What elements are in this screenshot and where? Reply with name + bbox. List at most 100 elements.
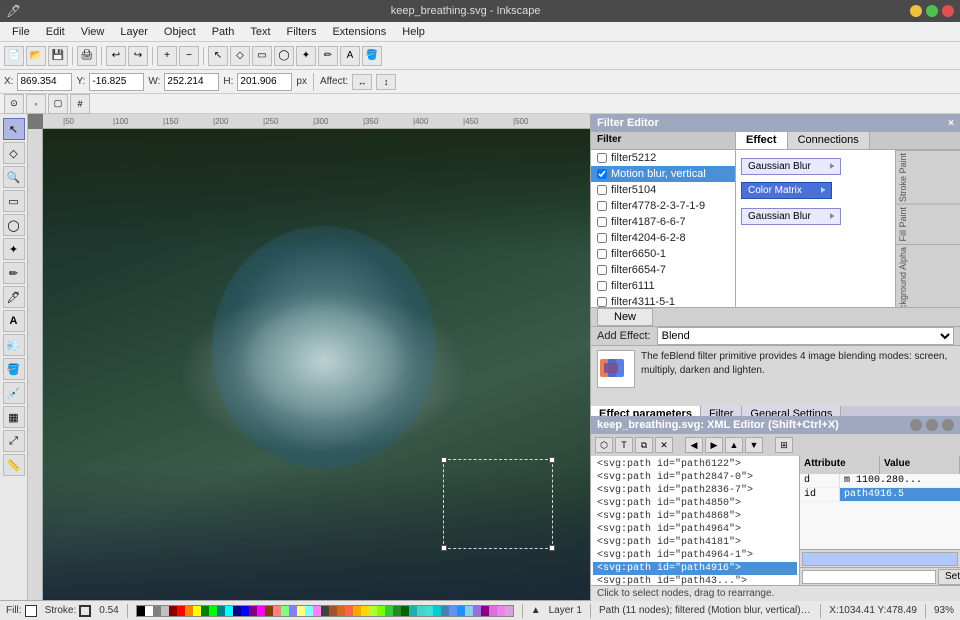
xml-tree-item-9[interactable]: <svg:path id="path43..."> bbox=[593, 575, 797, 585]
color-swatch[interactable] bbox=[233, 606, 241, 616]
xml-attr-row-0[interactable]: dm 1100.280... bbox=[800, 474, 960, 488]
menu-text[interactable]: Text bbox=[242, 24, 278, 40]
xml-unindent-btn[interactable]: ⊞ bbox=[775, 437, 793, 453]
color-swatch[interactable] bbox=[361, 606, 369, 616]
save-button[interactable]: 💾 bbox=[48, 46, 68, 66]
xml-tree-item-8[interactable]: <svg:path id="path4916"> bbox=[593, 562, 797, 575]
xml-attr-name-input[interactable] bbox=[802, 552, 958, 566]
filter-item-motion_blur_vertical[interactable]: Motion blur, vertical bbox=[591, 166, 735, 182]
circle-tool-btn[interactable]: ◯ bbox=[3, 214, 25, 236]
select-tool[interactable]: ↖ bbox=[208, 46, 228, 66]
pencil-tool-btn[interactable]: ✏ bbox=[3, 262, 25, 284]
xml-new-text-btn[interactable]: T bbox=[615, 437, 633, 453]
snap-bbox[interactable]: ▢ bbox=[48, 94, 68, 114]
color-swatch[interactable] bbox=[177, 606, 185, 616]
xml-tree-item-1[interactable]: <svg:path id="path2847-0"> bbox=[593, 471, 797, 484]
color-swatch[interactable] bbox=[241, 606, 249, 616]
h-input[interactable] bbox=[237, 73, 292, 91]
open-button[interactable]: 📂 bbox=[26, 46, 46, 66]
selection-handle[interactable] bbox=[443, 459, 553, 549]
rect-tool[interactable]: ▭ bbox=[252, 46, 272, 66]
color-swatch[interactable] bbox=[145, 606, 153, 616]
add-effect-select[interactable]: Blend ColorMatrix ComponentTransfer Comp… bbox=[657, 327, 954, 345]
affect-btn-1[interactable]: ↔ bbox=[352, 74, 372, 90]
minimize-button[interactable] bbox=[910, 5, 922, 17]
color-swatch[interactable] bbox=[273, 606, 281, 616]
color-swatch[interactable] bbox=[297, 606, 305, 616]
filter-checkbox-filter4204[interactable] bbox=[597, 233, 607, 243]
connect-tool-btn[interactable]: ⤢ bbox=[3, 430, 25, 452]
selector-tool-btn[interactable]: ↖ bbox=[3, 118, 25, 140]
color-swatch[interactable] bbox=[337, 606, 345, 616]
color-swatch[interactable] bbox=[393, 606, 401, 616]
color-swatch[interactable] bbox=[409, 606, 417, 616]
color-swatch[interactable] bbox=[201, 606, 209, 616]
w-input[interactable] bbox=[164, 73, 219, 91]
canvas-content[interactable] bbox=[43, 129, 590, 600]
print-button[interactable]: 🖨 bbox=[77, 46, 97, 66]
undo-button[interactable]: ↩ bbox=[106, 46, 126, 66]
filter-checkbox-motion_blur_vertical[interactable] bbox=[597, 169, 607, 179]
filter-checkbox-filter6654[interactable] bbox=[597, 265, 607, 275]
star-tool[interactable]: ✦ bbox=[296, 46, 316, 66]
color-swatch[interactable] bbox=[249, 606, 257, 616]
xml-next-btn[interactable]: ▶ bbox=[705, 437, 723, 453]
filter-checkbox-filter4187[interactable] bbox=[597, 217, 607, 227]
menu-file[interactable]: File bbox=[4, 24, 38, 40]
menu-edit[interactable]: Edit bbox=[38, 24, 73, 40]
color-palette[interactable] bbox=[136, 605, 514, 617]
color-swatch[interactable] bbox=[433, 606, 441, 616]
new-filter-button[interactable]: New bbox=[597, 308, 653, 326]
node-tool[interactable]: ◇ bbox=[230, 46, 250, 66]
color-swatch[interactable] bbox=[185, 606, 193, 616]
eyedropper-btn[interactable]: 💉 bbox=[3, 382, 25, 404]
menu-filters[interactable]: Filters bbox=[279, 24, 325, 40]
color-swatch[interactable] bbox=[481, 606, 489, 616]
color-swatch[interactable] bbox=[377, 606, 385, 616]
color-swatch[interactable] bbox=[217, 606, 225, 616]
filter-item-filter6650[interactable]: filter6650-1 bbox=[591, 246, 735, 262]
text-tool-btn[interactable]: A bbox=[3, 310, 25, 332]
xml-tree-item-7[interactable]: <svg:path id="path4964-1"> bbox=[593, 549, 797, 562]
color-swatch[interactable] bbox=[457, 606, 465, 616]
fill-color-box[interactable] bbox=[25, 605, 37, 617]
xml-tree[interactable]: <svg:path id="path6122"><svg:path id="pa… bbox=[591, 456, 800, 585]
canvas-area[interactable]: |50 |100 |150 |200 |250 |300 |350 |400 |… bbox=[28, 114, 590, 600]
xml-attr-value-input[interactable] bbox=[802, 570, 936, 584]
xml-tree-item-0[interactable]: <svg:path id="path6122"> bbox=[593, 458, 797, 471]
filter-checkbox-filter6111[interactable] bbox=[597, 281, 607, 291]
xml-tree-item-2[interactable]: <svg:path id="path2836-7"> bbox=[593, 484, 797, 497]
zoom-tool-btn[interactable]: 🔍 bbox=[3, 166, 25, 188]
filter-checkbox-filter6650[interactable] bbox=[597, 249, 607, 259]
circle-tool[interactable]: ◯ bbox=[274, 46, 294, 66]
menu-object[interactable]: Object bbox=[156, 24, 204, 40]
xml-max-btn[interactable] bbox=[942, 419, 954, 431]
measure-tool-btn[interactable]: 📏 bbox=[3, 454, 25, 476]
stroke-color-box[interactable] bbox=[79, 605, 91, 617]
color-swatch[interactable] bbox=[465, 606, 473, 616]
color-swatch[interactable] bbox=[289, 606, 297, 616]
color-swatch[interactable] bbox=[153, 606, 161, 616]
rect-tool-btn[interactable]: ▭ bbox=[3, 190, 25, 212]
pen-tool-btn[interactable]: 🖊 bbox=[3, 286, 25, 308]
color-swatch[interactable] bbox=[401, 606, 409, 616]
menu-view[interactable]: View bbox=[73, 24, 113, 40]
gradient-tool-btn[interactable]: ▦ bbox=[3, 406, 25, 428]
zoom-in-button[interactable]: + bbox=[157, 46, 177, 66]
xml-tree-item-4[interactable]: <svg:path id="path4868"> bbox=[593, 510, 797, 523]
menu-layer[interactable]: Layer bbox=[112, 24, 156, 40]
spray-tool-btn[interactable]: 💨 bbox=[3, 334, 25, 356]
xml-delete-btn[interactable]: ✕ bbox=[655, 437, 673, 453]
color-swatch[interactable] bbox=[369, 606, 377, 616]
xml-tree-item-3[interactable]: <svg:path id="path4850"> bbox=[593, 497, 797, 510]
xml-down-btn[interactable]: ▼ bbox=[745, 437, 763, 453]
menu-help[interactable]: Help bbox=[394, 24, 433, 40]
filter-item-filter5104[interactable]: filter5104 bbox=[591, 182, 735, 198]
xml-set-button[interactable]: Set bbox=[938, 569, 960, 585]
color-swatch[interactable] bbox=[473, 606, 481, 616]
filter-item-filter6111[interactable]: filter6111 bbox=[591, 278, 735, 294]
effect-node-colormatrix[interactable]: Color Matrix bbox=[741, 182, 832, 199]
filter-checkbox-filter5212[interactable] bbox=[597, 153, 607, 163]
close-button[interactable] bbox=[942, 5, 954, 17]
color-swatch[interactable] bbox=[425, 606, 433, 616]
